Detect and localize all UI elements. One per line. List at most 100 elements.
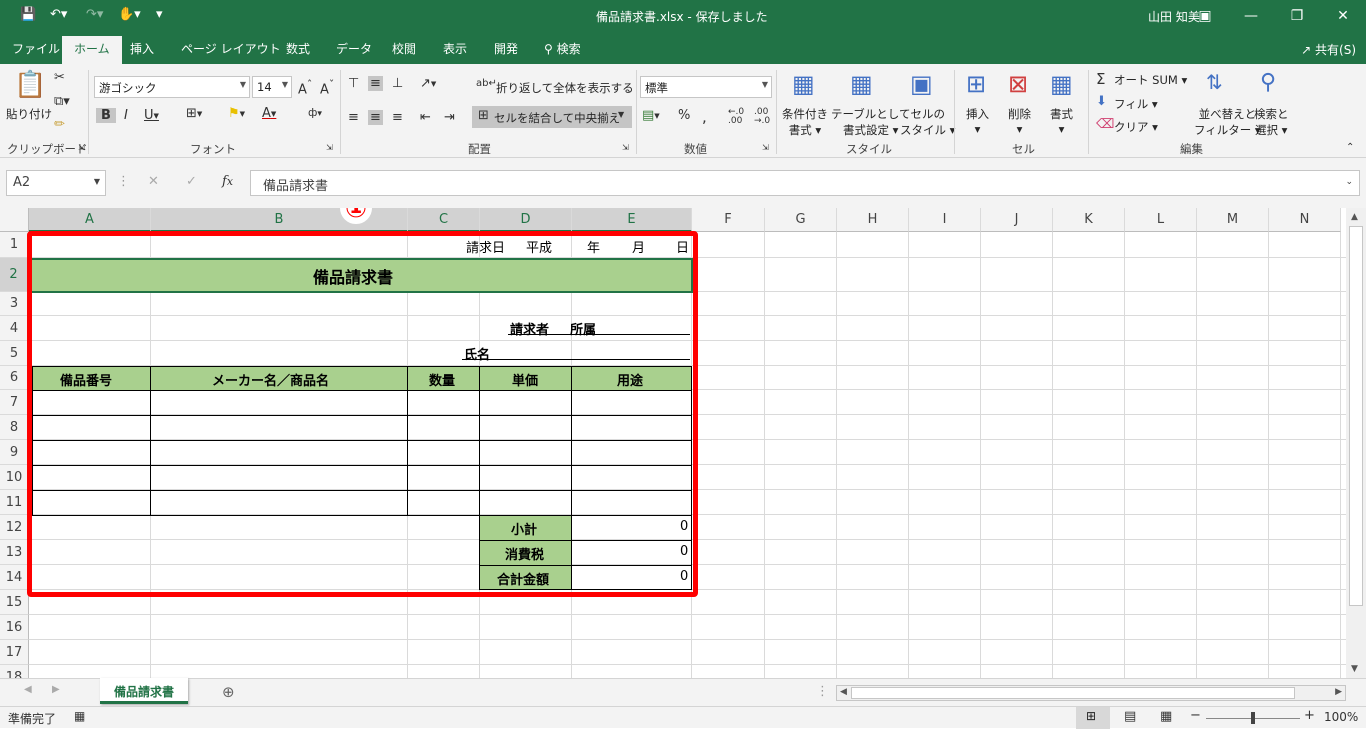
italic-icon[interactable]: I: [124, 108, 128, 123]
page-layout-view-icon[interactable]: ▤: [1124, 709, 1136, 724]
bottom-align-icon[interactable]: ⊥: [392, 76, 403, 91]
column-header-l[interactable]: L: [1125, 208, 1197, 232]
font-color-icon[interactable]: A▾: [262, 106, 276, 121]
autosum-button[interactable]: オート SUM ▾: [1114, 72, 1187, 88]
normal-view-button[interactable]: ⊞: [1076, 707, 1110, 729]
align-center-icon[interactable]: ≡: [368, 110, 383, 125]
shrink-font-icon[interactable]: Aˇ: [320, 78, 334, 97]
row-header-7[interactable]: 7: [0, 390, 29, 415]
copy-icon[interactable]: ⧉▾: [54, 94, 70, 109]
column-header-d[interactable]: D: [480, 208, 572, 232]
next-sheet-icon[interactable]: ▶: [52, 684, 60, 695]
increase-decimal-icon[interactable]: ←.0.00: [728, 108, 744, 126]
row-header-5[interactable]: 5: [0, 341, 29, 366]
scroll-left-icon[interactable]: ◀: [840, 687, 847, 697]
font-launcher-icon[interactable]: ⇲: [326, 143, 333, 152]
zoom-out-icon[interactable]: −: [1190, 708, 1201, 723]
delete-cells-button[interactable]: 削除 ▾: [1008, 106, 1031, 136]
column-header-g[interactable]: G: [765, 208, 837, 232]
tab-developer[interactable]: 開発: [494, 40, 518, 57]
fill-color-icon[interactable]: ⚑▾: [228, 106, 245, 121]
column-header-e[interactable]: E: [572, 208, 692, 232]
page-break-view-icon[interactable]: ▦: [1160, 709, 1172, 724]
format-cells-button[interactable]: 書式 ▾: [1050, 106, 1073, 136]
format-painter-icon[interactable]: ✏: [54, 117, 65, 132]
redo-icon[interactable]: ↷▾: [86, 7, 103, 22]
increase-indent-icon[interactable]: ⇥: [444, 110, 455, 125]
zoom-in-icon[interactable]: +: [1304, 708, 1315, 723]
tab-formulas[interactable]: 数式: [286, 40, 310, 57]
macro-record-icon[interactable]: ▦: [74, 709, 85, 723]
orientation-icon[interactable]: ↗▾: [420, 76, 436, 91]
tell-me-search[interactable]: ⚲ 検索: [544, 40, 581, 57]
tab-view[interactable]: 表示: [443, 40, 467, 57]
column-header-a[interactable]: A: [29, 208, 151, 232]
save-icon[interactable]: 💾: [20, 7, 36, 22]
row-header-12[interactable]: 12: [0, 515, 29, 540]
vertical-scroll-thumb[interactable]: [1349, 226, 1363, 606]
tab-file[interactable]: ファイル: [12, 40, 60, 57]
cancel-icon[interactable]: ✕: [148, 174, 159, 189]
row-header-16[interactable]: 16: [0, 615, 29, 640]
worksheet-grid[interactable]: ABCDEFGHIJKLMN 1 2 3 4 5 6 7 8 9 10 11 12 13 14 15 16 17…: [0, 208, 1346, 678]
column-header-i[interactable]: I: [909, 208, 981, 232]
row-header-4[interactable]: 4: [0, 316, 29, 341]
name-box[interactable]: A2 ▼: [6, 170, 106, 196]
add-sheet-icon[interactable]: ⊕: [222, 683, 235, 701]
underline-icon[interactable]: U▾: [144, 108, 159, 123]
row-header-10[interactable]: 10: [0, 465, 29, 490]
undo-icon[interactable]: ↶▾: [50, 7, 67, 22]
font-name-select[interactable]: 游ゴシック ▼: [94, 76, 250, 98]
fill-button[interactable]: フィル ▾: [1114, 96, 1158, 112]
tab-data[interactable]: データ: [336, 40, 372, 57]
row-header-6[interactable]: 6: [0, 366, 29, 390]
scroll-down-icon[interactable]: ▼: [1351, 664, 1358, 674]
ribbon-display-icon[interactable]: ▣: [1182, 0, 1228, 32]
merge-center-button[interactable]: ⊞ セルを結合して中央揃え ▼: [472, 106, 632, 128]
collapse-ribbon-icon[interactable]: ⌃: [1346, 142, 1354, 153]
format-as-table-button[interactable]: テーブルとして 書式設定 ▾: [831, 106, 910, 138]
accounting-format-icon[interactable]: ▤▾: [642, 108, 660, 123]
grow-font-icon[interactable]: Aˆ: [298, 78, 312, 97]
paste-button[interactable]: 貼り付け: [6, 106, 52, 122]
align-right-icon[interactable]: ≡: [392, 110, 403, 125]
tab-insert[interactable]: 挿入: [130, 40, 154, 57]
top-align-icon[interactable]: ⊤: [348, 76, 359, 91]
tab-split-icon[interactable]: ⋮: [816, 684, 829, 699]
column-header-m[interactable]: M: [1197, 208, 1269, 232]
column-header-k[interactable]: K: [1053, 208, 1125, 232]
cell-styles-button[interactable]: セルの スタイル ▾: [900, 106, 955, 138]
decrease-decimal-icon[interactable]: .00 →.0: [754, 108, 770, 126]
paste-icon[interactable]: 📋: [14, 70, 46, 100]
share-button[interactable]: ↗ 共有(S): [1301, 41, 1356, 58]
tab-page-layout[interactable]: ページ レイアウト: [181, 40, 281, 57]
wrap-text-button[interactable]: 折り返して全体を表示する: [496, 80, 634, 96]
row-header-9[interactable]: 9: [0, 440, 29, 465]
touch-mode-icon[interactable]: ✋▾: [118, 7, 141, 22]
row-header-17[interactable]: 17: [0, 640, 29, 665]
column-header-j[interactable]: J: [981, 208, 1053, 232]
clear-button[interactable]: クリア ▾: [1114, 119, 1158, 135]
row-header-2[interactable]: 2: [0, 258, 29, 292]
row-header-1[interactable]: 1: [0, 232, 29, 258]
scroll-up-icon[interactable]: ▲: [1351, 212, 1358, 222]
insert-cells-button[interactable]: 挿入 ▾: [966, 106, 989, 136]
align-left-icon[interactable]: ≡: [348, 110, 359, 125]
sort-filter-button[interactable]: 並べ替えと フィルター ▾: [1194, 106, 1261, 138]
enter-icon[interactable]: ✓: [186, 174, 197, 189]
column-header-f[interactable]: F: [692, 208, 765, 232]
phonetic-icon[interactable]: ф▾: [308, 106, 322, 119]
select-all-button[interactable]: [0, 208, 29, 232]
font-size-select[interactable]: 14 ▼: [252, 76, 292, 98]
vertical-scrollbar[interactable]: ▲ ▼: [1346, 208, 1366, 678]
insert-function-icon[interactable]: fx: [222, 174, 233, 189]
cut-icon[interactable]: ✂: [54, 70, 65, 85]
row-header-8[interactable]: 8: [0, 415, 29, 440]
row-header-18[interactable]: 18: [0, 665, 29, 678]
formula-input[interactable]: 備品請求書 ⌄: [250, 170, 1360, 196]
row-header-11[interactable]: 11: [0, 490, 29, 515]
number-format-select[interactable]: 標準 ▼: [640, 76, 772, 98]
number-launcher-icon[interactable]: ⇲: [762, 143, 769, 152]
horizontal-scrollbar[interactable]: ◀ ▶: [836, 685, 1346, 701]
tab-home[interactable]: ホーム: [62, 36, 122, 64]
